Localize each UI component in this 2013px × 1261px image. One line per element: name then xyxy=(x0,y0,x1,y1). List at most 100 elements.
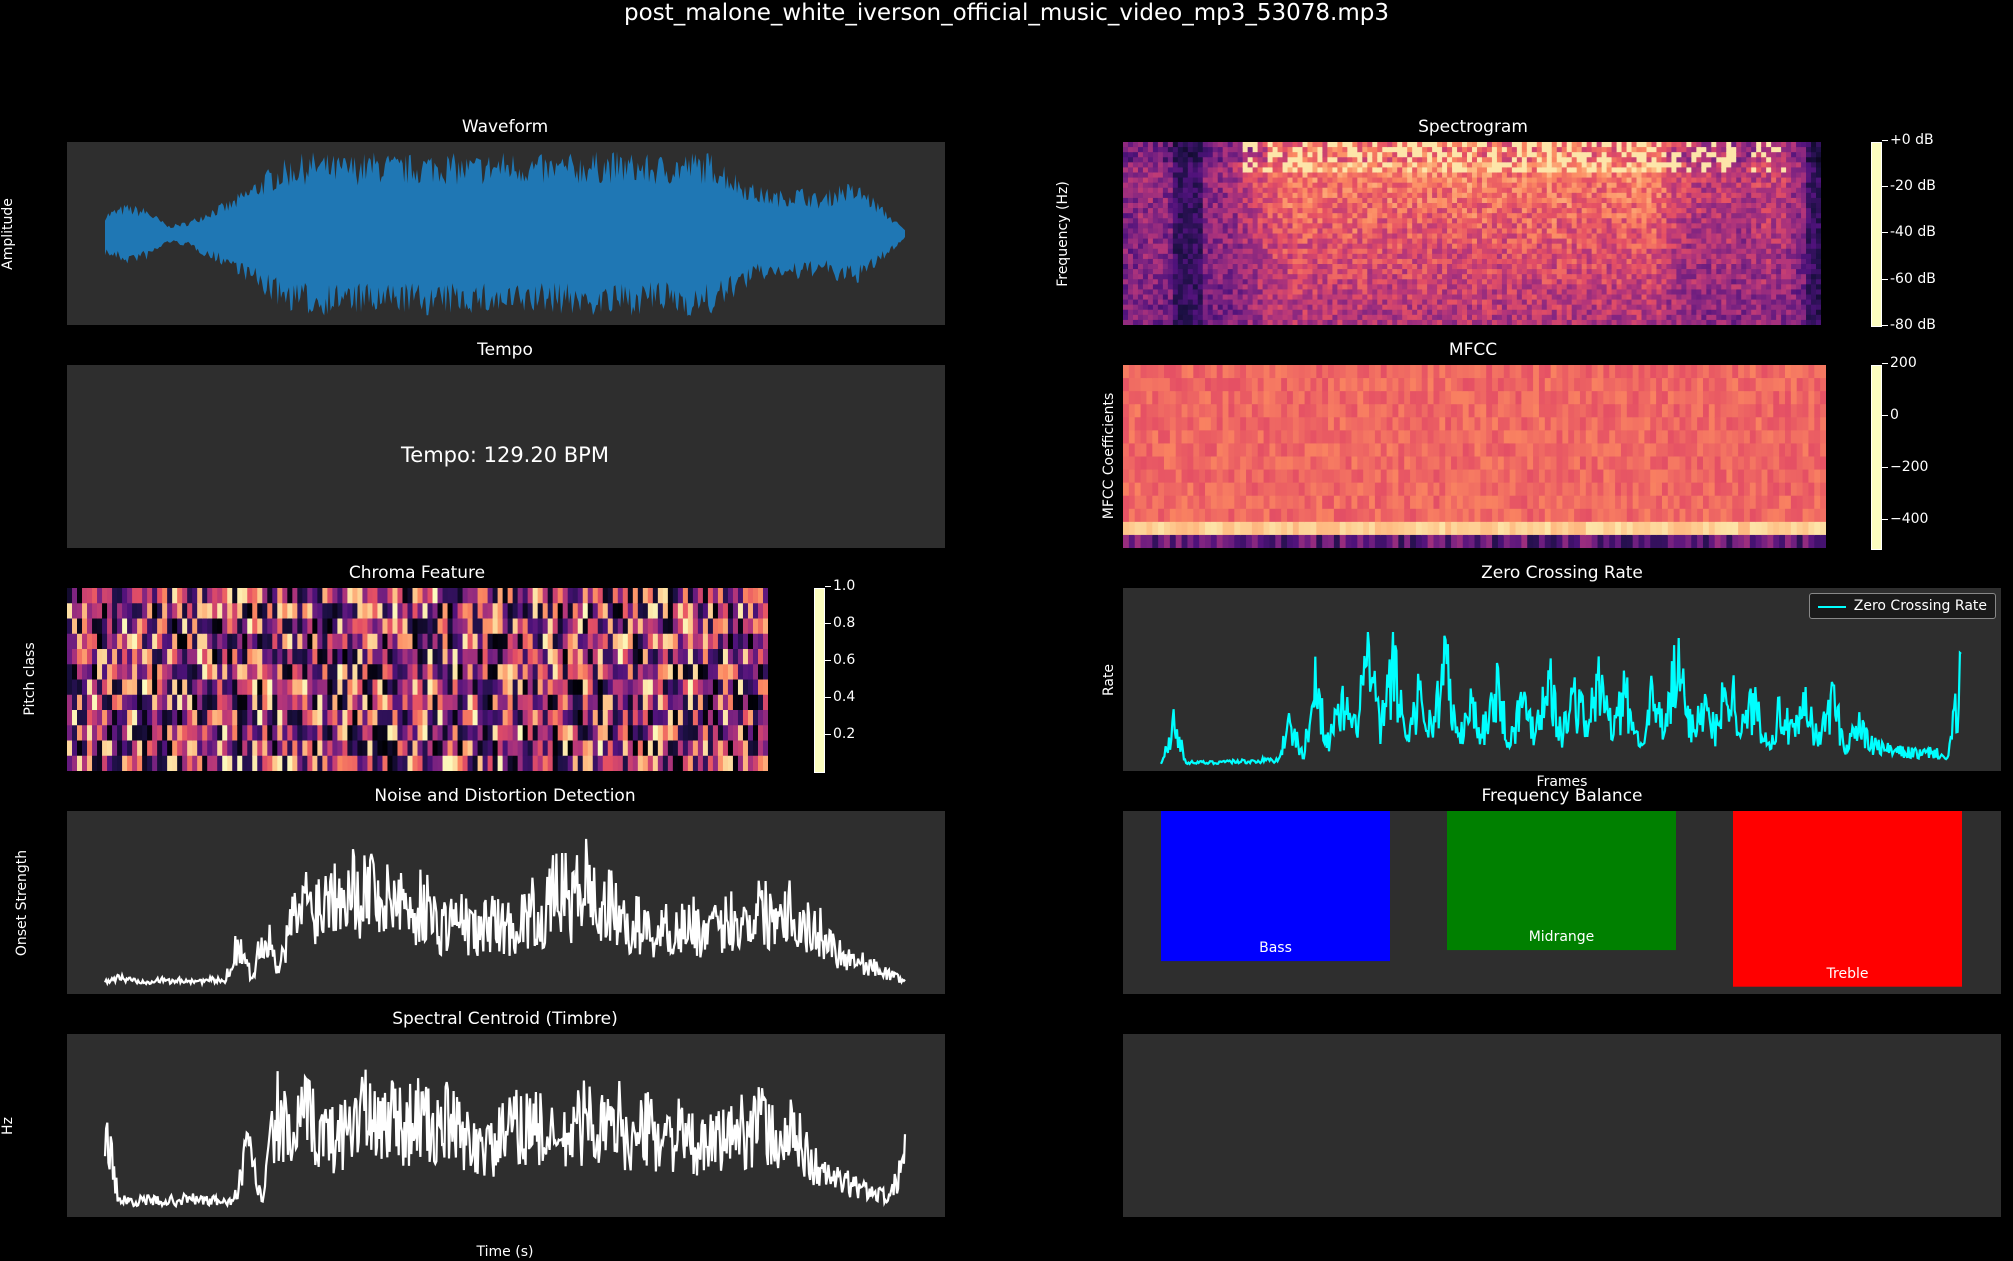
spectrogram-cell xyxy=(1232,319,1239,325)
spectrogram-cell xyxy=(1307,203,1314,209)
spectrogram-cell xyxy=(1551,152,1558,158)
spectrogram-cell xyxy=(1467,208,1473,214)
spectrogram-cell xyxy=(1741,319,1747,325)
spectrogram-cell xyxy=(1427,309,1433,316)
spectrogram-cell xyxy=(1362,238,1368,245)
spectrogram-cell xyxy=(1322,319,1329,325)
spectrogram-cell xyxy=(1631,274,1638,280)
spectrogram-cell xyxy=(1377,314,1383,321)
spectrogram-cell xyxy=(1676,304,1682,311)
spectrogram-cell xyxy=(1751,294,1757,301)
spectrogram-cell xyxy=(1706,233,1712,240)
spectrogram-cell xyxy=(1317,208,1324,214)
spectrogram-cell xyxy=(1776,238,1782,245)
spectrogram-cell xyxy=(1791,248,1797,255)
spectrogram-cell xyxy=(1207,197,1214,204)
spectrogram-cell xyxy=(1397,203,1403,209)
spectrogram-cell xyxy=(1746,264,1752,270)
spectrogram-cell xyxy=(1686,167,1692,174)
spectrogram-cell xyxy=(1596,294,1603,301)
spectrogram-cell xyxy=(1751,258,1757,265)
spectrogram-cell xyxy=(1282,248,1289,255)
spectrogram-cell xyxy=(1681,238,1687,245)
spectrogram-cell xyxy=(1741,264,1747,270)
spectrogram-cell xyxy=(1641,253,1648,260)
spectrogram-cell xyxy=(1666,304,1673,311)
spectrogram-cell xyxy=(1746,152,1752,158)
spectrogram-cell xyxy=(1776,294,1782,301)
spectrogram-cell xyxy=(1796,223,1802,230)
spectrogram-cell xyxy=(1501,304,1508,311)
spectrogram-cell xyxy=(1766,187,1772,194)
spectrogram-cell xyxy=(1801,294,1807,301)
spectrogram-cell xyxy=(1571,192,1578,199)
spectrogram-cell xyxy=(1252,269,1259,275)
spectrogram-cell xyxy=(1736,223,1742,230)
spectrogram-cell xyxy=(1681,203,1687,209)
spectrogram-cell xyxy=(1127,228,1134,235)
spectrogram-cell xyxy=(1127,147,1134,153)
spectrogram-cell xyxy=(1292,182,1299,189)
spectrogram-cell xyxy=(1307,294,1314,301)
spectrogram-cell xyxy=(1711,177,1717,184)
spectrogram-cell xyxy=(1252,294,1259,301)
spectrogram-cell xyxy=(1561,294,1568,301)
spectrogram-cell xyxy=(1272,162,1279,169)
spectrogram-cell xyxy=(1726,192,1732,199)
spectrogram-cell xyxy=(1292,147,1299,153)
spectrogram-cell xyxy=(1292,274,1299,280)
spectrogram-cell xyxy=(1467,314,1473,321)
spectrogram-cell xyxy=(1476,274,1483,280)
spectrogram-cell xyxy=(1491,233,1498,240)
spectrogram-cell xyxy=(1367,162,1373,169)
spectrogram-cell xyxy=(1671,238,1678,245)
spectrogram-cell xyxy=(1731,203,1737,209)
spectrogram-cell xyxy=(1526,208,1533,214)
spectrogram-cell xyxy=(1247,264,1254,270)
spectrogram-cell xyxy=(1342,264,1348,270)
spectrogram-cell xyxy=(1641,223,1648,230)
spectrogram-cell xyxy=(1556,233,1563,240)
spectrogram-cell xyxy=(1476,319,1483,325)
spectrogram-cell xyxy=(1736,304,1742,311)
spectrogram-cell xyxy=(1277,187,1284,194)
spectrogram-cell xyxy=(1412,299,1418,306)
spectrogram-cell xyxy=(1437,197,1443,204)
spectrogram-cell xyxy=(1581,299,1588,306)
spectrogram-cell xyxy=(1511,192,1518,199)
spectrogram-cell xyxy=(1152,142,1159,148)
spectrogram-cell xyxy=(1432,264,1438,270)
spectrogram-cell xyxy=(1551,309,1558,316)
spectrogram-cell xyxy=(1766,284,1772,291)
spectrogram-cell xyxy=(1417,314,1423,321)
spectrogram-cell xyxy=(1726,248,1732,255)
spectrogram-cell xyxy=(1142,192,1149,199)
spectrogram-cell xyxy=(1467,192,1473,199)
spectrogram-cell xyxy=(1432,319,1438,325)
spectrogram-cell xyxy=(1257,208,1264,214)
spectrogram-cell xyxy=(1771,147,1777,153)
spectrogram-cell xyxy=(1786,314,1792,321)
spectrogram-cell xyxy=(1172,223,1179,230)
spectrogram-cell xyxy=(1706,223,1712,230)
spectrogram-cell xyxy=(1586,233,1593,240)
spectrogram-cell xyxy=(1202,309,1209,316)
spectrogram-cell xyxy=(1571,284,1578,291)
spectrogram-cell xyxy=(1362,284,1368,291)
spectrogram-cell xyxy=(1337,162,1343,169)
spectrogram-cell xyxy=(1501,167,1508,174)
spectrogram-cell xyxy=(1631,264,1638,270)
spectrogram-cell xyxy=(1536,258,1543,265)
spectrogram-cell xyxy=(1192,213,1199,219)
spectrogram-cell xyxy=(1706,258,1712,265)
spectrogram-cell xyxy=(1282,203,1289,209)
spectrogram-cell xyxy=(1566,167,1573,174)
spectrogram-cell xyxy=(1377,167,1383,174)
spectrogram-cell xyxy=(1581,248,1588,255)
spectrogram-cell xyxy=(1691,279,1697,285)
spectrogram-cell xyxy=(1197,264,1204,270)
spectrogram-cell xyxy=(1796,197,1802,204)
spectrogram-cell xyxy=(1586,274,1593,280)
spectrogram-cell xyxy=(1491,142,1498,148)
spectrogram-cell xyxy=(1412,258,1418,265)
